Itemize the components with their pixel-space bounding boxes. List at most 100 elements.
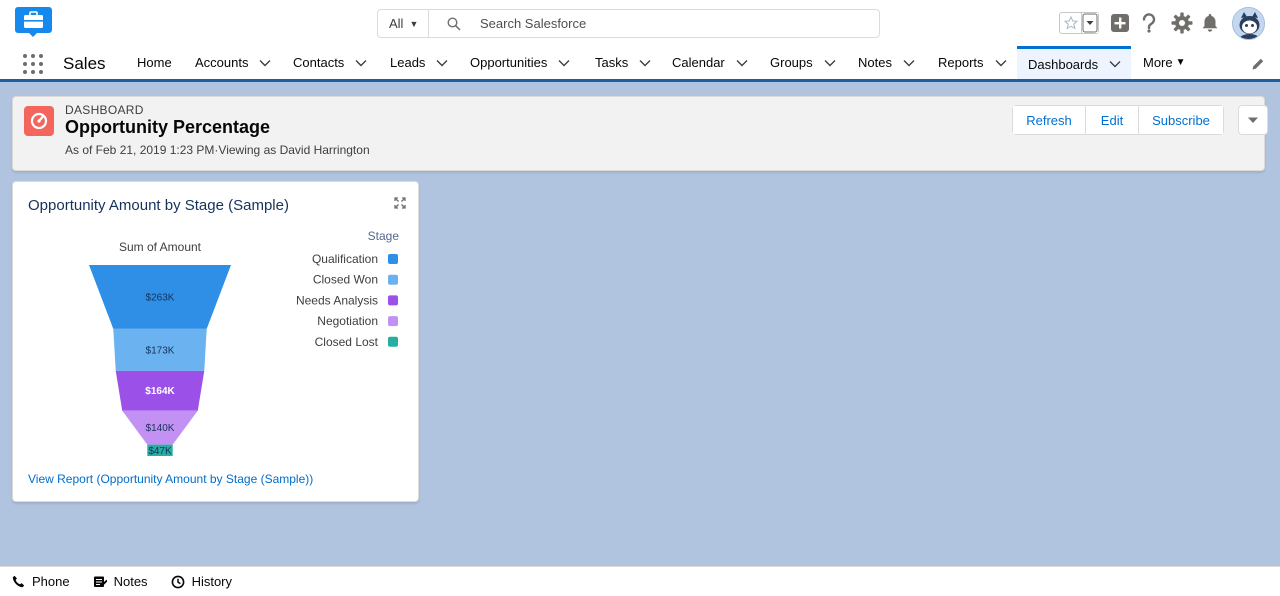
nav-item-tasks[interactable]: Tasks <box>587 46 660 79</box>
favorite-star-button[interactable] <box>1060 13 1082 33</box>
chevron-down-icon[interactable] <box>735 56 749 70</box>
favorites-group <box>1059 12 1099 34</box>
caret-down-icon <box>1248 117 1258 123</box>
phone-icon <box>12 575 25 588</box>
chart-title: Sum of Amount <box>119 240 202 254</box>
dashboard-widget: Opportunity Amount by Stage (Sample) Sum… <box>12 181 419 502</box>
nav-more-label: More <box>1143 55 1173 70</box>
edit-pencil-icon[interactable] <box>1251 57 1265 71</box>
chevron-down-icon[interactable] <box>638 56 652 70</box>
global-actions-button[interactable] <box>1108 11 1132 35</box>
chevron-down-icon[interactable] <box>1108 57 1122 71</box>
chevron-down-icon[interactable] <box>902 56 916 70</box>
funnel-data-label: $263K <box>146 292 175 303</box>
page-title: Opportunity Percentage <box>65 117 271 137</box>
widget-title: Opportunity Amount by Stage (Sample) <box>28 197 289 214</box>
salesforce-app-logo-icon[interactable] <box>14 5 53 37</box>
global-search: All ▼ <box>377 9 880 38</box>
setup-button[interactable] <box>1170 11 1194 35</box>
nav-item-notes[interactable]: Notes <box>850 46 924 79</box>
nav-item-contacts[interactable]: Contacts <box>285 46 376 79</box>
gear-icon <box>1171 12 1193 34</box>
star-icon <box>1063 16 1078 30</box>
search-icon <box>447 16 461 31</box>
nav-item-leads[interactable]: Leads <box>382 46 457 79</box>
caret-down-icon: ▼ <box>1175 57 1186 68</box>
legend-label: Closed Won <box>313 273 378 287</box>
dashboard-icon <box>24 106 54 136</box>
funnel-data-label: $173K <box>146 345 175 356</box>
more-actions-button[interactable] <box>1238 105 1268 135</box>
legend-label: Negotiation <box>317 314 378 328</box>
nav-item-label: Opportunities <box>470 55 548 70</box>
refresh-button[interactable]: Refresh <box>1013 106 1086 134</box>
funnel-data-label: $140K <box>146 423 175 434</box>
bell-icon <box>1202 14 1218 32</box>
utility-bar: Phone Notes History <box>0 566 1280 596</box>
nav-item-opportunities[interactable]: Opportunities <box>462 46 579 79</box>
avatar-icon <box>1233 8 1264 39</box>
caret-down-icon: ▼ <box>409 18 419 29</box>
chevron-down-icon[interactable] <box>435 56 449 70</box>
view-report-link[interactable]: View Report (Opportunity Amount by Stage… <box>28 472 313 486</box>
search-input[interactable] <box>480 16 860 31</box>
nav-item-label: Notes <box>858 55 892 70</box>
chevron-down-icon[interactable] <box>823 56 837 70</box>
chevron-down-icon[interactable] <box>557 56 571 70</box>
legend-swatch[interactable] <box>388 295 398 306</box>
nav-item-groups[interactable]: Groups <box>762 46 845 79</box>
add-icon <box>1111 14 1129 32</box>
utility-item-label: History <box>191 574 233 589</box>
nav-item-reports[interactable]: Reports <box>930 46 1016 79</box>
nav-item-accounts[interactable]: Accounts <box>187 46 280 79</box>
nav-item-label: Leads <box>390 55 426 70</box>
funnel-data-label: $47K <box>148 446 172 457</box>
search-field <box>429 10 879 37</box>
favorites-menu-button[interactable] <box>1082 13 1098 33</box>
nav-item-label: Contacts <box>293 55 345 70</box>
chevron-down-icon[interactable] <box>354 56 368 70</box>
legend-swatch[interactable] <box>388 274 398 285</box>
app-nav-bar: Sales Home Accounts Contacts Leads Oppor… <box>0 46 1280 82</box>
nav-item-dashboards[interactable]: Dashboards <box>1017 46 1131 79</box>
utility-notes[interactable]: Notes <box>93 567 159 596</box>
nav-item-label: Groups <box>770 55 813 70</box>
user-avatar[interactable] <box>1232 7 1265 40</box>
utility-item-label: Notes <box>113 574 148 589</box>
help-icon <box>1142 13 1156 33</box>
legend-swatch[interactable] <box>388 254 398 264</box>
global-header: All ▼ <box>0 0 1280 46</box>
dashboard-header: DASHBOARD Opportunity Percentage As of F… <box>12 96 1268 171</box>
nav-item-home[interactable]: Home <box>129 46 180 79</box>
page-type-label: DASHBOARD <box>65 103 144 117</box>
legend-title: Stage <box>368 229 400 243</box>
edit-button[interactable]: Edit <box>1086 106 1139 134</box>
legend-swatch[interactable] <box>388 336 398 347</box>
legend-swatch[interactable] <box>388 316 398 327</box>
caret-down-icon <box>1082 13 1098 33</box>
funnel-chart: Sum of Amount Stage $263K $173K $164K $140K… <box>89 229 400 457</box>
funnel-data-label: $164K <box>145 386 175 397</box>
nav-item-calendar[interactable]: Calendar <box>664 46 757 79</box>
expand-icon[interactable] <box>394 197 406 209</box>
utility-item-label: Phone <box>32 574 70 589</box>
legend-label: Needs Analysis <box>296 293 378 307</box>
app-name: Sales <box>63 54 106 73</box>
nav-item-label: Reports <box>938 55 984 70</box>
chevron-down-icon[interactable] <box>994 56 1008 70</box>
nav-item-label: Calendar <box>672 55 725 70</box>
nav-more-menu[interactable]: More ▼ <box>1135 46 1194 79</box>
notifications-button[interactable] <box>1198 11 1222 35</box>
nav-item-label: Home <box>137 55 172 70</box>
search-scope-dropdown[interactable]: All ▼ <box>378 10 429 37</box>
help-button[interactable] <box>1137 11 1161 35</box>
utility-history[interactable]: History <box>171 567 243 596</box>
dashboard-actions: Refresh Edit Subscribe <box>1012 105 1224 135</box>
app-launcher-icon[interactable] <box>23 54 43 74</box>
subscribe-button[interactable]: Subscribe <box>1139 106 1223 134</box>
nav-item-label: Tasks <box>595 55 629 70</box>
chevron-down-icon[interactable] <box>258 56 272 70</box>
utility-phone[interactable]: Phone <box>12 567 81 596</box>
legend-label: Closed Lost <box>315 335 379 349</box>
nav-item-label: Dashboards <box>1028 56 1099 72</box>
